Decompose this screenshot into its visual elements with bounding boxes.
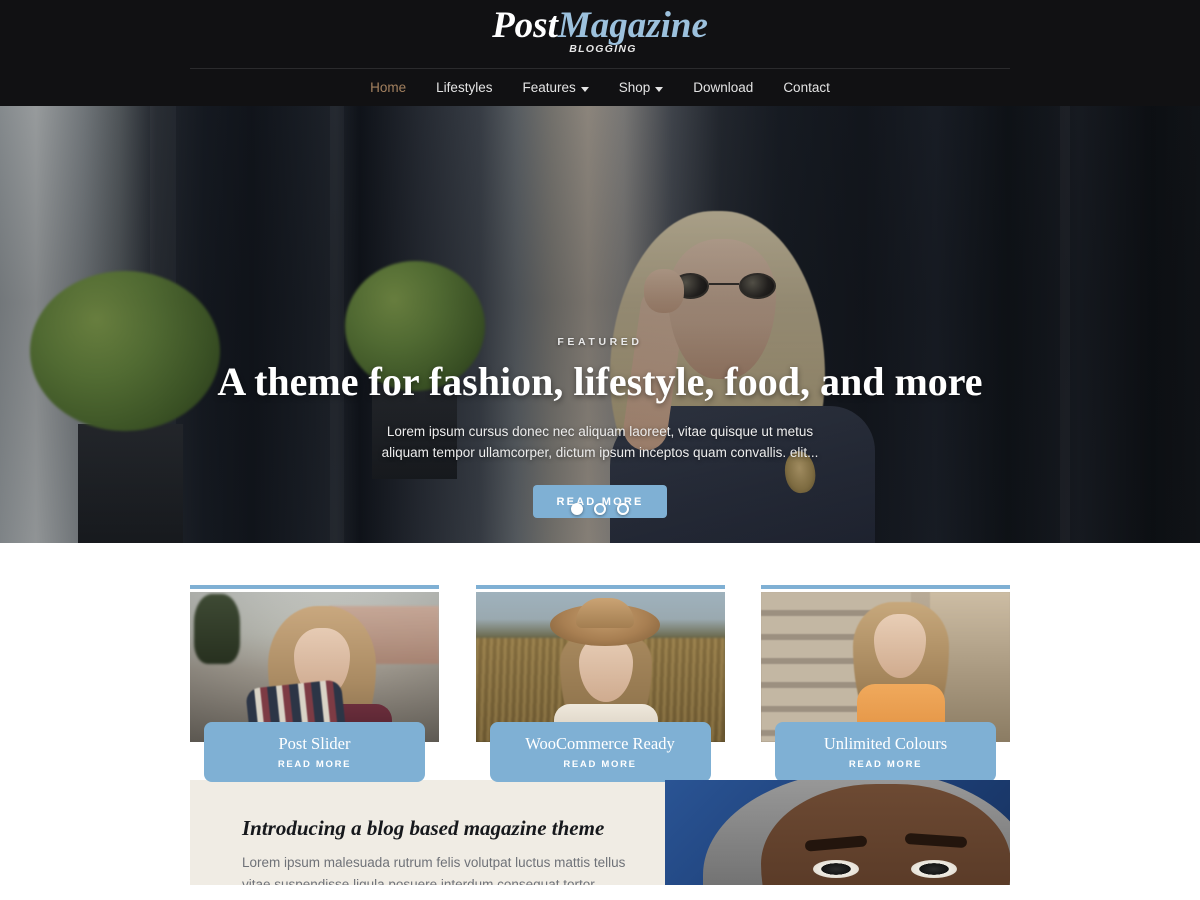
- nav-label: Home: [370, 80, 407, 95]
- nav-item-shop[interactable]: Shop: [604, 78, 679, 98]
- nav-label: Download: [693, 80, 754, 95]
- feature-card[interactable]: Post Slider READ MORE: [190, 585, 439, 782]
- hero-slider: FEATURED A theme for fashion, lifestyle,…: [0, 106, 1200, 543]
- site-logo: PostMagazine: [0, 6, 1200, 46]
- card-caption[interactable]: WooCommerce Ready READ MORE: [489, 722, 711, 782]
- slider-dot-1[interactable]: [571, 503, 583, 515]
- nav-label: Contact: [783, 80, 830, 95]
- card-title: WooCommerce Ready: [525, 734, 675, 753]
- card-top-border: [475, 585, 725, 589]
- card-top-border: [761, 585, 1010, 589]
- logo-text-primary: Post: [492, 5, 558, 46]
- feature-cards-section: Post Slider READ MORE WooCommerce Ready …: [0, 543, 1200, 782]
- intro-body-text: Lorem ipsum malesuada rutrum felis volut…: [242, 855, 626, 885]
- site-branding[interactable]: PostMagazine BLOGGING: [0, 0, 1200, 56]
- nav-item-lifestyles[interactable]: Lifestyles: [421, 78, 507, 98]
- card-caption[interactable]: Post Slider READ MORE: [204, 722, 425, 782]
- nav-item-download[interactable]: Download: [678, 78, 768, 98]
- main-navigation: Home Lifestyles Features Shop Download C…: [0, 78, 1200, 98]
- card-thumbnail: [761, 592, 1010, 742]
- intro-text-panel: Introducing a blog based magazine theme …: [190, 780, 665, 885]
- card-title: Post Slider: [278, 734, 351, 753]
- slider-dot-2[interactable]: [594, 503, 606, 515]
- hero-excerpt: Lorem ipsum cursus donec nec aliquam lao…: [381, 424, 819, 460]
- chevron-down-icon: [580, 86, 589, 92]
- hero-content: FEATURED A theme for fashion, lifestyle,…: [0, 106, 1200, 518]
- card-read-more-link[interactable]: READ MORE: [214, 759, 415, 770]
- nav-label: Shop: [618, 80, 651, 95]
- slider-pagination: [0, 503, 1200, 515]
- header-divider: [190, 68, 1010, 69]
- slider-dot-3[interactable]: [617, 503, 629, 515]
- card-caption[interactable]: Unlimited Colours READ MORE: [775, 722, 996, 782]
- logo-text-secondary: Magazine: [557, 5, 708, 46]
- card-thumbnail: [475, 592, 725, 742]
- chevron-down-icon: [655, 86, 664, 92]
- card-top-border: [190, 585, 439, 589]
- nav-label: Lifestyles: [436, 80, 493, 95]
- card-read-more-link[interactable]: READ MORE: [500, 759, 701, 770]
- site-header: PostMagazine BLOGGING Home Lifestyles Fe…: [0, 0, 1200, 106]
- intro-section: Introducing a blog based magazine theme …: [190, 780, 1010, 885]
- intro-photo: [665, 780, 1010, 885]
- nav-item-features[interactable]: Features: [507, 78, 603, 98]
- feature-card[interactable]: Unlimited Colours READ MORE: [761, 585, 1010, 782]
- feature-card[interactable]: WooCommerce Ready READ MORE: [475, 585, 725, 782]
- card-thumbnail: [190, 592, 439, 742]
- hero-title: A theme for fashion, lifestyle, food, an…: [217, 359, 983, 404]
- nav-label: Features: [522, 80, 576, 95]
- site-tagline: BLOGGING: [569, 43, 637, 55]
- card-read-more-link[interactable]: READ MORE: [785, 759, 986, 770]
- intro-title: Introducing a blog based magazine theme: [242, 816, 605, 840]
- nav-item-contact[interactable]: Contact: [768, 78, 845, 98]
- card-title: Unlimited Colours: [823, 734, 948, 753]
- nav-item-home[interactable]: Home: [355, 78, 421, 98]
- hero-category-label: FEATURED: [557, 336, 643, 348]
